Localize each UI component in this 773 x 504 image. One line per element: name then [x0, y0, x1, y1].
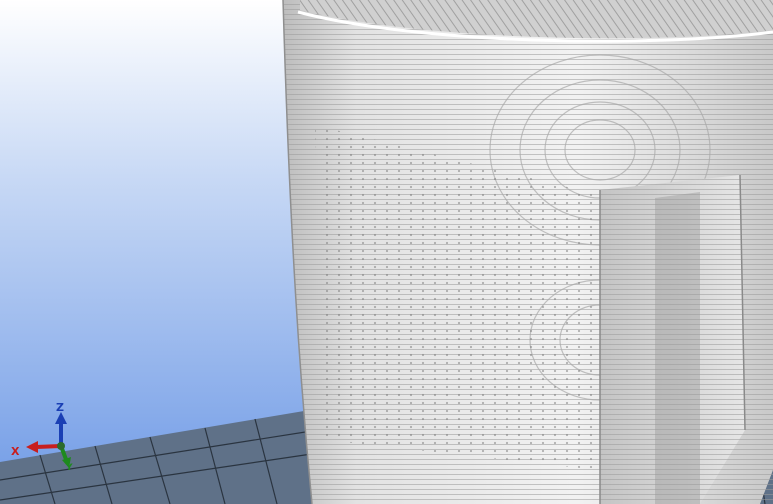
x-axis-label: X: [11, 445, 20, 458]
printed-model-cylinder: [282, 0, 773, 504]
y-axis-label: Y: [65, 463, 73, 473]
z-axis-label: Z: [56, 401, 64, 414]
3d-viewport[interactable]: Z X Y: [0, 0, 773, 504]
